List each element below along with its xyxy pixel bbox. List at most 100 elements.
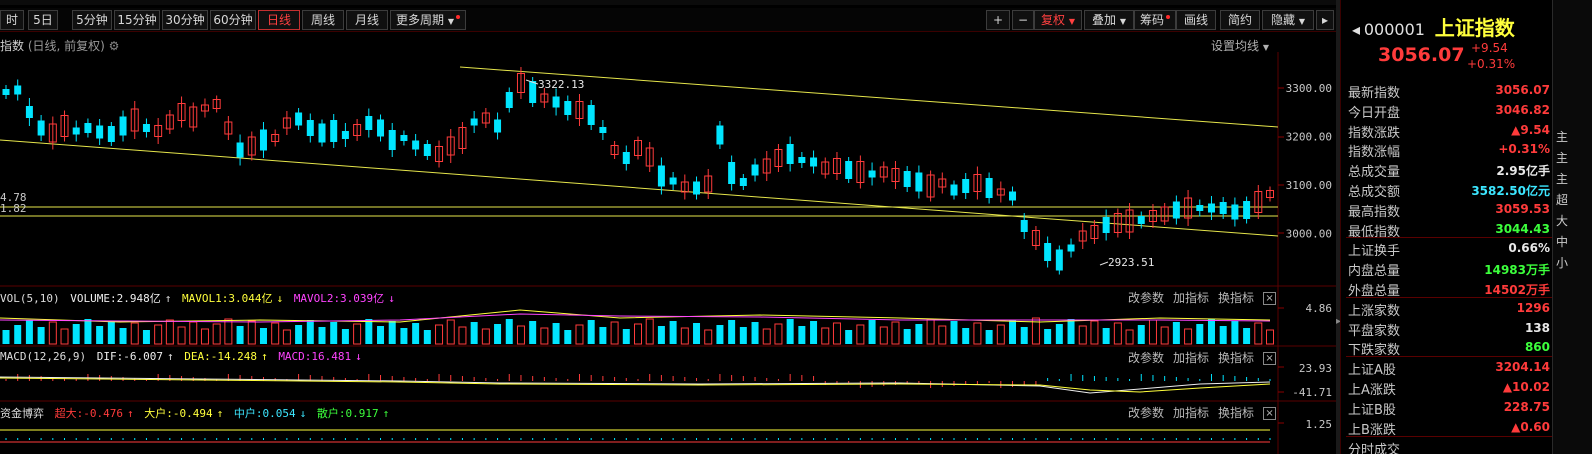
volume-bar-down [622, 329, 630, 344]
volume-bar-down [529, 321, 537, 344]
add-indicator-button[interactable]: 加指标 [1173, 351, 1209, 365]
candle-body-down [868, 170, 876, 178]
volume-bar-up [353, 323, 362, 345]
chevron-left-icon[interactable]: ◂ [1352, 20, 1360, 39]
volume-bar-up [1184, 328, 1193, 345]
arrow-up-icon: ↑ [126, 407, 134, 420]
volume-bar-down [739, 327, 747, 344]
candle-body-down [1055, 249, 1063, 271]
kline-chart-canvas[interactable]: 3300.003200.003100.003000.004.781.823322… [0, 0, 1336, 454]
volume-bar-down [1009, 320, 1017, 344]
candle-body-down [306, 120, 314, 136]
quote-row: 指数涨幅 +0.31% [1346, 138, 1552, 160]
volume-bar-up [200, 328, 209, 345]
volume-bar-up [1125, 329, 1134, 345]
volume-bar-down [915, 324, 923, 344]
volume-bar-down [845, 330, 853, 344]
volume-bar-up [224, 318, 233, 345]
switch-indicator-button[interactable]: 换指标 [1218, 406, 1254, 420]
volume-bar-up [48, 321, 57, 345]
mavol2-value: MAVOL2:3.039亿 [293, 292, 385, 305]
volume-bar-up [165, 319, 174, 345]
price-tick-label: 3200.00 [1286, 131, 1332, 144]
close-icon[interactable]: × [1263, 407, 1277, 420]
candle-body-down [985, 178, 993, 198]
change-params-button[interactable]: 改参数 [1128, 406, 1164, 420]
volume-bar-up [645, 318, 654, 345]
candle-body-down [599, 127, 607, 133]
candle-body-down [412, 140, 420, 150]
switch-indicator-button[interactable]: 换指标 [1218, 351, 1254, 365]
strip-label: 主 [1556, 130, 1569, 144]
candle-body-down [330, 120, 338, 142]
candle-body-down [810, 157, 818, 167]
volume-bar-up [446, 319, 455, 345]
volume-bar-down [505, 319, 513, 344]
volume-bar-down [1219, 326, 1227, 344]
volume-bar-up [610, 321, 619, 345]
strip-label: 小 [1556, 256, 1569, 270]
far-right-strip: 主主主超大中小 [1552, 0, 1592, 454]
candle-body-down [716, 125, 724, 145]
price-tick-label: 3000.00 [1286, 228, 1332, 241]
volume-bar-up [575, 324, 584, 345]
volume-bar-up [271, 322, 280, 345]
switch-indicator-button[interactable]: 换指标 [1218, 291, 1254, 305]
candle-body-down [470, 118, 478, 126]
price-change-pct: +0.31% [1467, 57, 1516, 71]
quote-row: 上证换手 0.66% [1346, 237, 1552, 259]
volume-bar-up [856, 324, 865, 345]
candle-body-down [552, 96, 560, 108]
volume-axis-label: 4.86 [1306, 302, 1333, 315]
volume-bar-up [774, 323, 783, 345]
volume-bar-down [494, 324, 502, 344]
price-change: +9.54 [1471, 41, 1508, 55]
volume-indicator-row: VOL(5,10) VOLUME:2.948亿 ↑ MAVOL1:3.044亿 ↓ … [0, 290, 399, 306]
volume-bar-up [540, 327, 549, 345]
quote-value: 3044.43 [1495, 221, 1550, 236]
arrow-up-icon: ↑ [164, 292, 172, 305]
volume-bar-up [926, 318, 935, 345]
quote-value: 3056.07 [1495, 83, 1550, 97]
strip-label: 大 [1556, 214, 1569, 228]
candle-body-down [587, 105, 595, 125]
symbol-name: 上证指数 [1434, 16, 1515, 40]
candle-body-down [72, 127, 80, 135]
volume-bar-down [236, 326, 244, 344]
candle-body-down [259, 129, 267, 151]
arrow-up-icon: ↑ [166, 350, 174, 363]
volume-value: VOLUME:2.948亿 [70, 292, 161, 305]
close-icon[interactable]: × [1263, 292, 1277, 305]
quote-value: 138 [1524, 320, 1550, 335]
macd-axis-bottom: -41.71 [1292, 386, 1332, 399]
candle-body-down [494, 119, 502, 133]
quote-row: 今日开盘 3046.82 [1346, 99, 1552, 121]
add-indicator-button[interactable]: 加指标 [1173, 406, 1209, 420]
volume-bar-up [435, 324, 444, 345]
change-params-button[interactable]: 改参数 [1128, 291, 1164, 305]
close-icon[interactable]: × [1263, 352, 1277, 365]
volume-bar-up [458, 326, 467, 345]
candle-body-down [341, 131, 349, 139]
macd-indicator-row: MACD(12,26,9) DIF:-6.007 ↑ DEA:-14.248 ↑ M… [0, 350, 366, 363]
quote-value: ▲0.60 [1511, 419, 1550, 434]
candle-body-down [1044, 243, 1052, 261]
change-params-button[interactable]: 改参数 [1128, 351, 1164, 365]
arrow-down-icon: ↓ [299, 407, 307, 420]
retail-value: 散户:0.917 [316, 407, 379, 420]
volume-bar-down [1044, 329, 1052, 344]
fund-axis-label: 1.25 [1306, 418, 1333, 431]
candle-body-down [84, 123, 92, 133]
price-tick-label: 3300.00 [1286, 82, 1332, 95]
strip-label: 超 [1556, 193, 1569, 207]
candle-body-down [14, 85, 22, 95]
add-indicator-button[interactable]: 加指标 [1173, 291, 1209, 305]
macd-axis-top: 23.93 [1299, 362, 1332, 375]
volume-bar-down [377, 326, 385, 344]
volume-bar-down [1172, 322, 1180, 344]
volume-bar-up [938, 325, 947, 345]
volume-bar-up [516, 325, 525, 345]
volume-bar-up [680, 327, 689, 345]
volume-bar-up [481, 328, 490, 345]
candle-body-down [1067, 244, 1075, 252]
